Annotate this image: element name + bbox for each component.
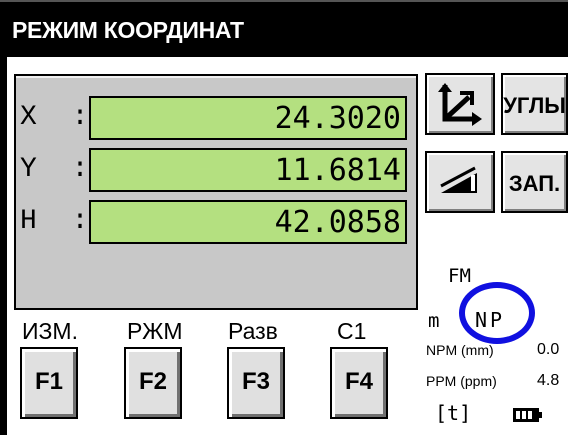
target-mode-button[interactable] [425,151,495,213]
angles-button-label: УГЛЫ [503,93,566,118]
y-label-text: Y [20,154,37,185]
f2-caption: РЖМ [127,318,183,344]
f4-caption: C1 [337,318,367,344]
x-value: 24.3020 [274,101,401,136]
coordinate-axes-icon [438,83,482,126]
left-border [0,57,7,435]
page-title: РЕЖИМ КООРДИНАТ [12,17,244,43]
unit-indicator: m [428,310,440,332]
npm-value: 0.0 [537,341,560,358]
record-button-label: ЗАП. [508,171,561,196]
coordinate-mode-button[interactable] [425,73,495,135]
ppm-value: 4.8 [537,372,560,389]
title-bar: РЕЖИМ КООРДИНАТ [0,0,568,57]
angles-button[interactable]: УГЛЫ [501,73,568,135]
h-value-field: 42.0858 [89,200,407,244]
battery-icon [513,408,543,422]
tilt-indicator: [t] [435,401,472,425]
prism-target-icon [440,166,477,193]
f1-caption: ИЗМ. [22,318,78,344]
x-label: X : [20,102,88,133]
f3-caption: Разв [228,318,278,344]
x-label-text: X [20,102,37,133]
npm-label: NPM (mm) [426,342,494,358]
annotation-circle [459,282,535,344]
h-value: 42.0858 [274,205,401,240]
h-sep: : [71,206,89,237]
h-label: H : [20,206,88,237]
fm-indicator: FM [448,265,471,287]
f2-key[interactable]: F2 [124,347,182,419]
x-sep: : [71,102,89,133]
f4-key[interactable]: F4 [330,347,388,419]
y-sep: : [71,154,89,185]
y-label: Y : [20,154,88,185]
f3-key[interactable]: F3 [227,347,285,419]
h-label-text: H [20,206,37,237]
panel-highlight [16,76,416,78]
record-button[interactable]: ЗАП. [501,151,568,213]
y-value-field: 11.6814 [89,148,407,192]
y-value: 11.6814 [274,153,401,188]
x-value-field: 24.3020 [89,96,407,140]
ppm-label: PPM (ppm) [426,373,497,389]
f1-key[interactable]: F1 [20,347,78,419]
